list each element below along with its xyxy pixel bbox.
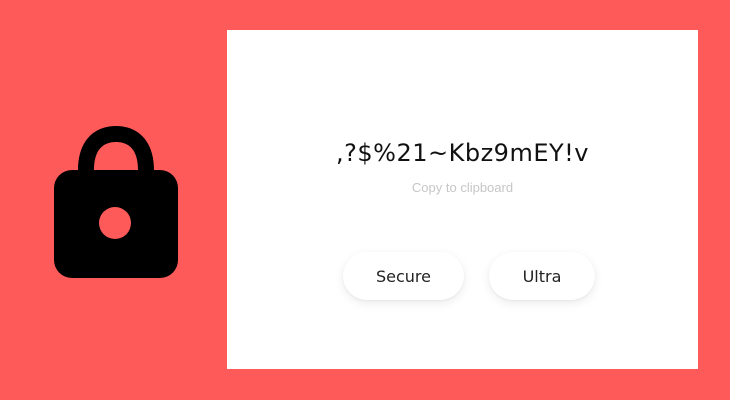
generated-password: ,?$%21~Kbz9mEY!v — [336, 139, 589, 167]
secure-button[interactable]: Secure — [343, 252, 464, 300]
copy-to-clipboard-link[interactable]: Copy to clipboard — [227, 180, 698, 196]
password-card: ,?$%21~Kbz9mEY!v Copy to clipboard Secur… — [227, 30, 698, 369]
lock-icon — [54, 126, 178, 278]
ultra-button[interactable]: Ultra — [489, 252, 595, 300]
